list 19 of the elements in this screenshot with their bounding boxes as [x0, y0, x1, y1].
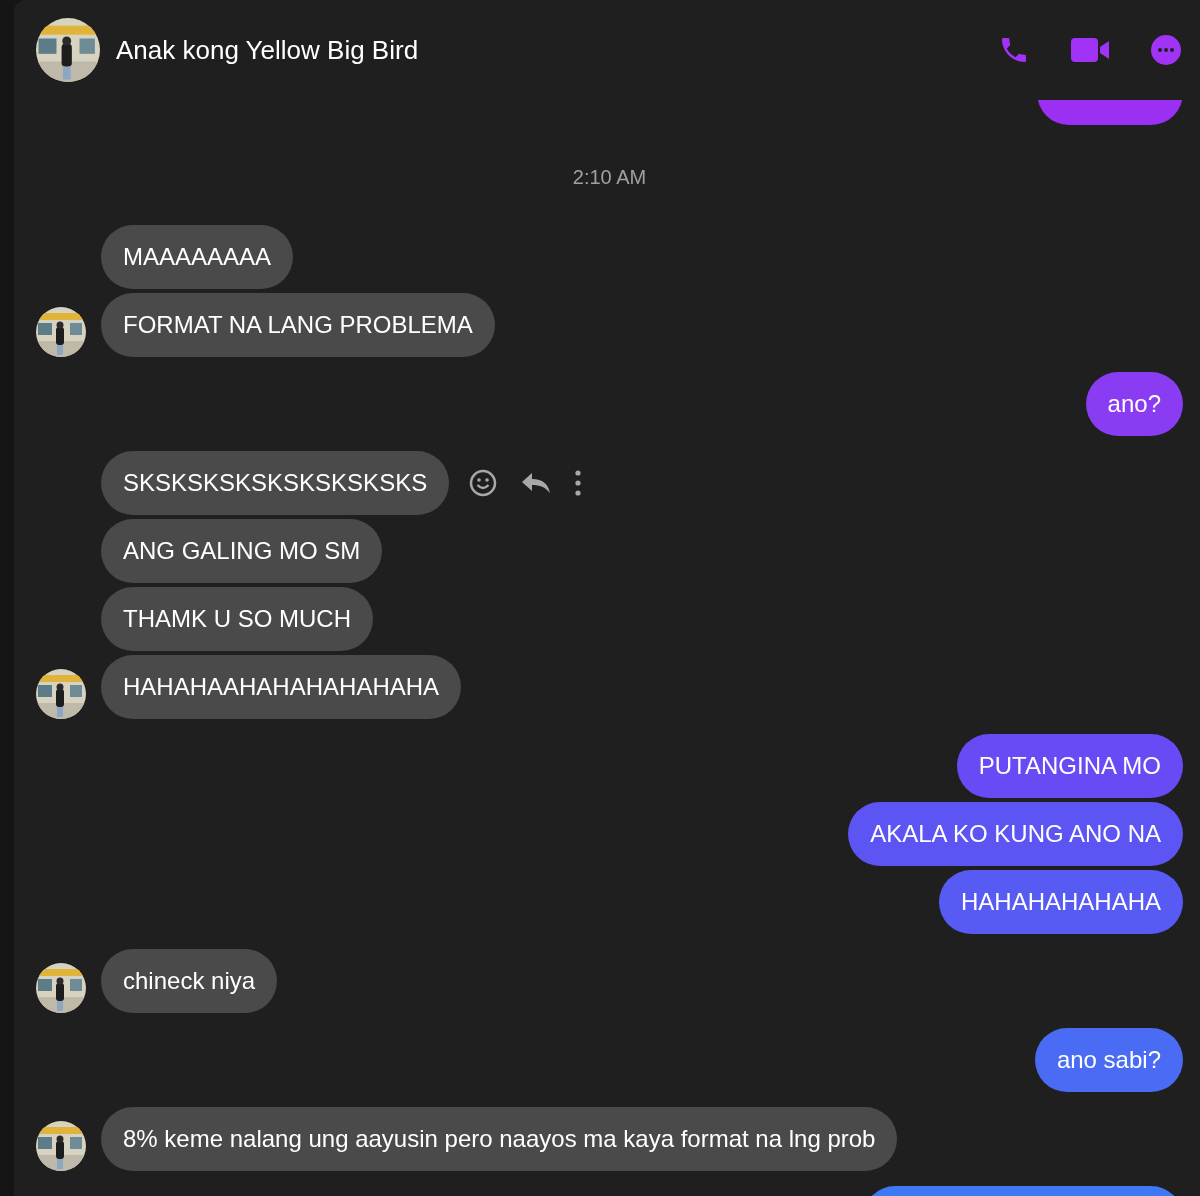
message-bubble: MAAAAAAAA: [101, 225, 294, 289]
message-bubble: 8% keme nalang ung aayusin pero naayos ma kaya format na lng prob: [101, 1107, 898, 1171]
message-bubble: ano?: [1085, 372, 1183, 436]
message-bubble: ANG GALING MO SM: [101, 519, 383, 583]
message-bubble: chineck niya: [101, 949, 278, 1013]
message-bubble: HAHAHAAHAHAHAHAHAHA: [101, 655, 462, 719]
message-bubble: THAMK U SO MUCH: [101, 587, 373, 651]
reply-icon[interactable]: [521, 471, 552, 495]
message-bubble: AKALA KO KUNG ANO NA: [848, 802, 1183, 866]
chat-title: Anak kong Yellow Big Bird: [116, 33, 419, 67]
more-vertical-icon[interactable]: [575, 470, 582, 496]
message-bubble: HAHAHAHAHAHA: [938, 870, 1183, 934]
message-bubble: FORMAT NA LANG PROBLEMA: [101, 293, 495, 357]
timestamp: 2:10 AM: [572, 165, 647, 189]
smiley-icon[interactable]: [469, 469, 498, 497]
message-bubble: PUTANGINA MO: [956, 734, 1183, 798]
more-options-icon[interactable]: [1148, 32, 1184, 68]
message-bubble: SKSKSKSKSKSKSKSKSKS: [101, 451, 450, 515]
message-bubble: ano sabi?: [1034, 1028, 1183, 1092]
